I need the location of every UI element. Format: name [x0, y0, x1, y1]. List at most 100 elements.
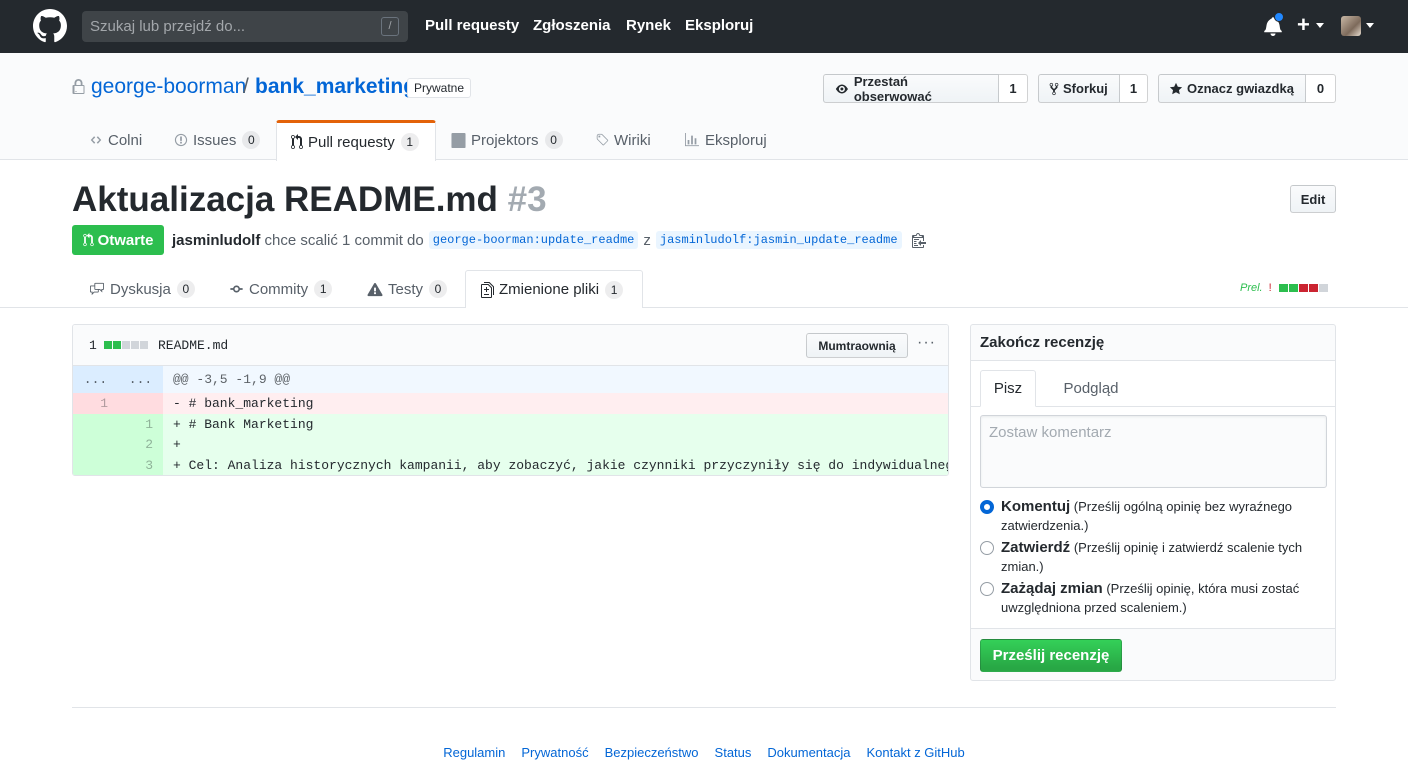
star-button-group: Oznacz gwiazdką 0: [1158, 74, 1336, 103]
alert-icon: [367, 282, 383, 296]
file-name-link[interactable]: README.md: [158, 338, 228, 353]
old-line-number[interactable]: ...: [73, 366, 118, 393]
tab-pull-requests-label: Pull requesty: [308, 133, 395, 151]
repo-name-link[interactable]: bank_marketing: [255, 75, 416, 99]
new-line-number[interactable]: 1: [118, 414, 163, 434]
search-input[interactable]: [82, 11, 408, 42]
review-panel: Zakończ recenzję Pisz Podgląd Komentuj (…: [970, 324, 1336, 681]
diffstat-block-added: [113, 341, 121, 349]
nav-issues[interactable]: Zgłoszenia: [533, 17, 611, 34]
radio-request-changes[interactable]: [980, 582, 994, 596]
new-line-number[interactable]: 2: [118, 434, 163, 455]
repo-owner-link[interactable]: george-boorman: [91, 75, 246, 99]
fork-icon: [1049, 82, 1059, 95]
search-box[interactable]: /: [82, 11, 408, 42]
tab-insights-label: Eksploruj: [705, 131, 767, 149]
footer-link-status[interactable]: Status: [715, 745, 752, 760]
tab-insights[interactable]: Eksploruj: [684, 120, 767, 160]
comment-discussion-icon: [90, 282, 104, 296]
projects-count-badge: 0: [544, 131, 563, 149]
diffstat-block-added: [1288, 284, 1298, 292]
diffstat-block-deleted: [1308, 284, 1318, 292]
pr-action-text: chce scalić 1 commit do: [264, 231, 424, 249]
code-icon: [90, 136, 102, 144]
nav-pull-requests[interactable]: Pull requesty: [425, 17, 519, 34]
file-diff: 1 README.md Mumtraownią ··· ...... @@ -3,…: [72, 324, 949, 476]
create-dropdown-caret-icon[interactable]: [1316, 23, 1324, 28]
watchers-count[interactable]: 1: [999, 74, 1028, 103]
footer-link-security[interactable]: Bezpieczeństwo: [605, 745, 699, 760]
new-line-number[interactable]: ...: [118, 366, 163, 393]
pr-author-link[interactable]: jasminludolf: [172, 232, 260, 249]
conversation-count-badge: 0: [176, 280, 195, 298]
pr-tabs-divider: [0, 307, 1408, 308]
diffstat-summary: Prel. !: [1240, 282, 1329, 294]
footer-link-privacy[interactable]: Prywatność: [521, 745, 588, 760]
unwatch-label: Przestań obserwować: [853, 73, 932, 104]
footer-link-terms[interactable]: Regulamin: [443, 745, 505, 760]
git-pull-request-icon: [82, 233, 94, 247]
tab-code[interactable]: Colni: [89, 120, 142, 160]
tab-write[interactable]: Pisz: [980, 370, 1036, 407]
new-line-number[interactable]: 3: [118, 455, 163, 475]
radio-approve[interactable]: [980, 541, 994, 555]
star-button[interactable]: Oznacz gwiazdką: [1158, 74, 1306, 103]
issues-count-badge: 0: [242, 131, 261, 149]
tab-conversation[interactable]: Dyskusja 0: [89, 270, 195, 308]
create-new-plus-icon[interactable]: +: [1297, 13, 1310, 37]
git-pull-request-icon: [291, 134, 303, 149]
tab-wiki[interactable]: Wiriki: [595, 120, 651, 160]
unwatch-button[interactable]: Przestań obserwować: [823, 73, 999, 104]
edit-title-button[interactable]: Edit: [1290, 185, 1336, 213]
option-request-changes-label: Zażądaj zmian: [1001, 580, 1103, 597]
github-logo-icon[interactable]: [33, 9, 67, 43]
old-line-number[interactable]: [73, 455, 118, 475]
star-label: Oznacz gwiazdką: [1187, 81, 1294, 96]
diffstat-block-deleted: [1298, 284, 1308, 292]
tab-projects[interactable]: Projektors 0: [451, 120, 563, 160]
option-comment-label: Komentuj: [1001, 498, 1071, 515]
diff-line-add: 1 + # Bank Marketing: [73, 414, 948, 434]
tab-checks[interactable]: Testy 0: [367, 270, 448, 308]
file-menu-kebab-icon[interactable]: ···: [917, 334, 936, 352]
view-file-button[interactable]: Mumtraownią: [806, 333, 908, 358]
tab-pull-requests[interactable]: Pull requesty 1: [276, 120, 436, 161]
old-line-number[interactable]: [73, 434, 118, 455]
user-menu-caret-icon[interactable]: [1366, 23, 1374, 28]
git-commit-icon: [230, 285, 243, 293]
diff-hunk-header: ...... @@ -3,5 -1,9 @@: [73, 366, 948, 393]
private-label: Prywatne: [407, 78, 472, 98]
from-word: z: [643, 231, 651, 249]
forks-count[interactable]: 1: [1120, 74, 1148, 103]
footer-link-docs[interactable]: Dokumentacja: [767, 745, 850, 760]
project-icon: [451, 132, 466, 148]
head-branch-label[interactable]: jasminludolf:jasmin_update_readme: [655, 231, 902, 249]
diff-code: + # Bank Marketing: [173, 417, 314, 432]
old-line-number[interactable]: [73, 414, 118, 434]
stars-count[interactable]: 0: [1306, 74, 1336, 103]
submit-review-button[interactable]: Prześlij recenzję: [980, 639, 1122, 672]
files-changed-count-badge: 1: [605, 280, 624, 299]
fork-button[interactable]: Sforkuj: [1038, 74, 1120, 103]
tab-commits[interactable]: Commity 1: [229, 270, 333, 308]
old-line-number[interactable]: 1: [73, 393, 118, 414]
review-title: Zakończ recenzję: [980, 334, 1105, 351]
nav-explore[interactable]: Eksploruj: [685, 17, 753, 34]
tab-files-changed-label: Zmienione pliki: [499, 281, 600, 298]
radio-comment[interactable]: [980, 500, 994, 514]
base-branch-label[interactable]: george-boorman:update_readme: [428, 231, 639, 249]
footer-link-contact[interactable]: Kontakt z GitHub: [867, 745, 965, 760]
tab-issues[interactable]: Issues 0: [174, 120, 261, 160]
review-comment-textarea[interactable]: [980, 415, 1327, 488]
fork-label: Sforkuj: [1063, 81, 1108, 96]
clipboard-copy-icon[interactable]: [911, 232, 926, 248]
user-avatar[interactable]: [1341, 16, 1361, 36]
tab-preview[interactable]: Podgląd: [1052, 370, 1130, 407]
nav-marketplace[interactable]: Rynek: [626, 17, 671, 34]
tab-conversation-label: Dyskusja: [110, 280, 171, 298]
file-change-count: 1: [89, 338, 97, 353]
file-header: 1 README.md Mumtraownią ···: [73, 325, 948, 366]
tab-files-changed[interactable]: Zmienione pliki 1: [465, 270, 643, 308]
diff-code: @@ -3,5 -1,9 @@: [173, 372, 291, 387]
new-line-number[interactable]: [118, 393, 163, 414]
